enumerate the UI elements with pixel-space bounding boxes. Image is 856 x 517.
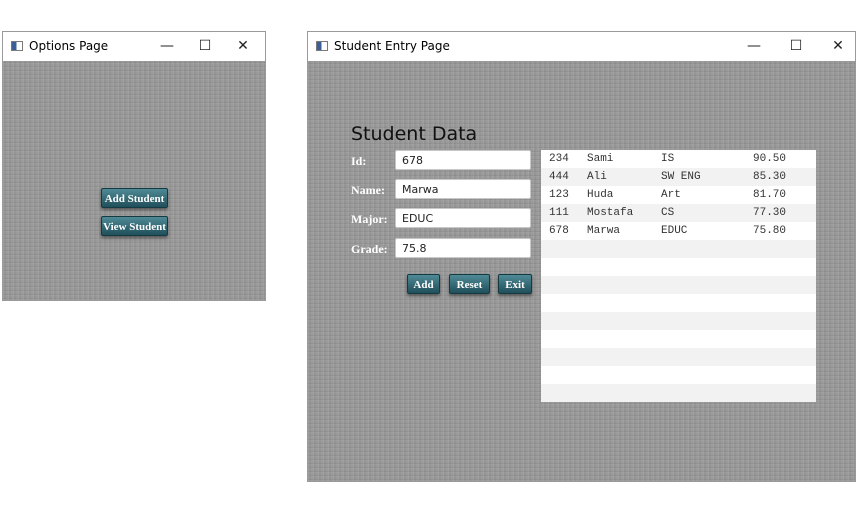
cell-name: Marwa [587, 225, 621, 237]
table-row[interactable]: 123 Huda Art 81.70 [541, 186, 816, 204]
empty-table-row[interactable] [541, 312, 816, 330]
cell-id: 123 [549, 189, 569, 201]
cell-name: Sami [587, 153, 614, 165]
cell-grade: 77.30 [753, 207, 787, 219]
name-label: Name: [351, 183, 385, 197]
maximize-icon[interactable]: ☐ [187, 34, 223, 60]
cell-major: Art [661, 189, 681, 201]
cell-grade: 75.80 [753, 225, 787, 237]
cell-major: SW ENG [661, 171, 701, 183]
minimize-icon[interactable]: — [149, 34, 185, 60]
grade-field[interactable]: 75.8 [395, 238, 531, 258]
options-titlebar: Options Page — ☐ ✕ [3, 32, 265, 61]
cell-name: Ali [587, 171, 607, 183]
empty-table-row[interactable] [541, 366, 816, 384]
app-icon [11, 41, 23, 51]
empty-table-row[interactable] [541, 330, 816, 348]
empty-table-row[interactable] [541, 276, 816, 294]
form-title: Student Data [351, 123, 478, 145]
cell-id: 444 [549, 171, 569, 183]
close-icon[interactable]: ✕ [225, 34, 261, 60]
cell-grade: 85.30 [753, 171, 787, 183]
empty-table-row[interactable] [541, 384, 816, 402]
table-row[interactable]: 234 Sami IS 90.50 [541, 150, 816, 168]
student-table[interactable]: 234 Sami IS 90.50 444 Ali SW ENG 85.30 123 Huda Ar… [541, 150, 816, 402]
cell-major: IS [661, 153, 675, 165]
id-label: Id: [351, 154, 367, 168]
major-field[interactable]: EDUC [395, 208, 531, 228]
cell-name: Mostafa [587, 207, 634, 219]
maximize-icon[interactable]: ☐ [778, 34, 814, 60]
cell-id: 234 [549, 153, 569, 165]
cell-id: 678 [549, 225, 569, 237]
student-entry-window: Student Entry Page — ☐ ✕ Student Data Id… [307, 31, 856, 482]
id-field[interactable]: 678 [395, 150, 531, 170]
cell-grade: 81.70 [753, 189, 787, 201]
table-row[interactable]: 678 Marwa EDUC 75.80 [541, 222, 816, 240]
cell-grade: 90.50 [753, 153, 787, 165]
options-window: Options Page — ☐ ✕ Add Student View Stud… [2, 31, 266, 301]
reset-button[interactable]: Reset [449, 274, 490, 294]
add-student-button[interactable]: Add Student [101, 188, 168, 208]
cell-id: 111 [549, 207, 569, 219]
options-content: Add Student View Student [3, 61, 265, 300]
entry-titlebar: Student Entry Page — ☐ ✕ [308, 32, 855, 61]
options-window-title: Options Page [29, 39, 109, 53]
table-row[interactable]: 111 Mostafa CS 77.30 [541, 204, 816, 222]
empty-table-row[interactable] [541, 294, 816, 312]
app-icon [316, 41, 328, 51]
empty-table-row[interactable] [541, 240, 816, 258]
table-row[interactable]: 444 Ali SW ENG 85.30 [541, 168, 816, 186]
major-label: Major: [351, 212, 388, 226]
entry-window-title: Student Entry Page [334, 39, 450, 53]
empty-table-row[interactable] [541, 258, 816, 276]
add-button[interactable]: Add [407, 274, 440, 294]
cell-major: CS [661, 207, 675, 219]
name-field[interactable]: Marwa [395, 179, 531, 199]
view-student-button[interactable]: View Student [101, 216, 168, 236]
close-icon[interactable]: ✕ [820, 34, 856, 60]
cell-major: EDUC [661, 225, 688, 237]
empty-table-row[interactable] [541, 348, 816, 366]
entry-content: Student Data Id: 678 Name: Marwa Major: … [308, 61, 855, 481]
grade-label: Grade: [351, 242, 388, 256]
exit-button[interactable]: Exit [498, 274, 532, 294]
cell-name: Huda [587, 189, 614, 201]
minimize-icon[interactable]: — [736, 34, 772, 60]
